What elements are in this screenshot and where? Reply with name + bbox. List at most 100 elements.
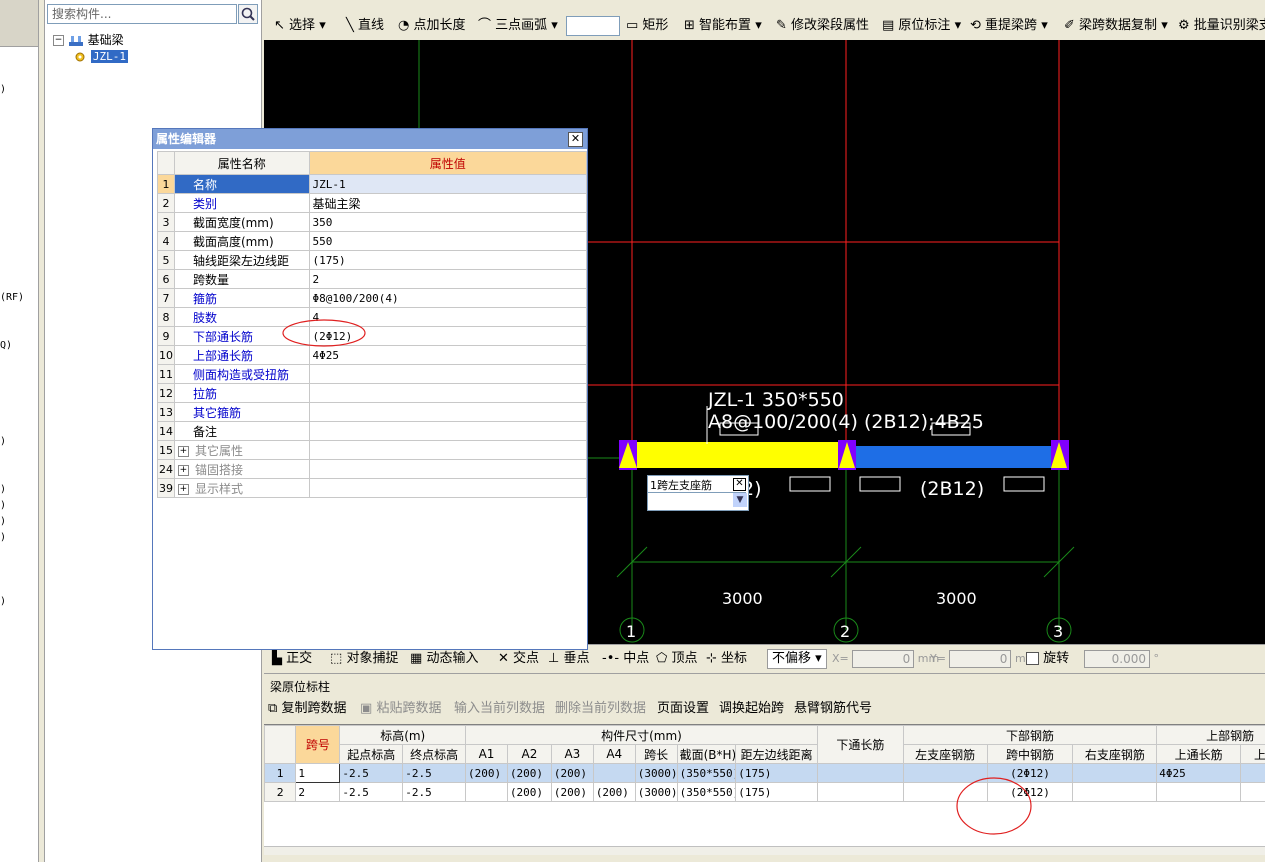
select-tool-button[interactable]: ↖ 选择 ▾ bbox=[274, 16, 326, 36]
prop-row-bottom-through[interactable]: 9 下部通长筋 (2Φ12) bbox=[157, 326, 588, 346]
dynamic-input-toggle[interactable]: ▦ 动态输入 bbox=[410, 649, 478, 669]
prop-value[interactable]: Φ8@100/200(4) bbox=[308, 288, 588, 308]
perpendicular-snap[interactable]: ⊥ 垂点 bbox=[548, 649, 589, 669]
span-data-grid[interactable]: 跨号 标高(m) 构件尺寸(mm) 下通长筋 下部钢筋 上部钢筋 起点标高 终点… bbox=[264, 724, 1265, 855]
beam-span-2[interactable] bbox=[846, 446, 1069, 468]
prop-value[interactable]: 350 bbox=[308, 212, 588, 232]
span-data-copy-button[interactable]: ✐ 梁跨数据复制 ▾ bbox=[1064, 16, 1168, 36]
cell-top-through[interactable]: 4Φ25 bbox=[1156, 763, 1242, 783]
cell-a2[interactable]: (200) bbox=[506, 782, 552, 802]
prop-group-display[interactable]: 39 + 显示样式 bbox=[157, 478, 588, 498]
arc-mode-dropdown[interactable] bbox=[566, 16, 620, 36]
tree-node-foundation-beam[interactable]: − 基础梁 bbox=[53, 32, 124, 48]
tree-node-jzl-1[interactable]: JZL-1 bbox=[73, 48, 128, 64]
cell-section[interactable]: (350*550) bbox=[676, 763, 737, 783]
y-coordinate-field[interactable]: Y= 0 mm bbox=[930, 649, 1036, 669]
cell-a3[interactable]: (200) bbox=[550, 763, 594, 783]
rotate-checkbox[interactable]: 旋转 bbox=[1026, 649, 1069, 669]
cell-a1[interactable]: (200) bbox=[465, 763, 508, 783]
prop-value[interactable]: 2 bbox=[308, 269, 588, 289]
input-box-bottom[interactable] bbox=[789, 476, 831, 492]
prop-row-tie-bar[interactable]: 12 拉筋 bbox=[157, 383, 588, 403]
cell-top-more[interactable] bbox=[1240, 782, 1265, 802]
prop-value[interactable] bbox=[308, 421, 588, 441]
cell-a4[interactable] bbox=[592, 763, 636, 783]
line-tool-button[interactable]: ╲ 直线 bbox=[346, 16, 384, 36]
cell-section[interactable]: (350*550) bbox=[676, 782, 737, 802]
cell-start-elev[interactable]: -2.5 bbox=[339, 763, 404, 783]
prop-row-other-stirrup[interactable]: 13 其它箍筋 bbox=[157, 402, 588, 422]
prop-row-category[interactable]: 2 类别 基础主梁 bbox=[157, 193, 588, 213]
expand-icon[interactable]: + bbox=[177, 464, 189, 476]
cell-start-elev[interactable]: -2.5 bbox=[339, 782, 404, 802]
close-icon[interactable]: ✕ bbox=[568, 132, 583, 147]
original-annotation-button[interactable]: ▤ 原位标注 ▾ bbox=[882, 16, 961, 36]
input-box-bottom[interactable] bbox=[859, 476, 901, 492]
support-rebar-dropdown[interactable]: 1跨左支座筋 ✕ ▼ bbox=[647, 475, 749, 511]
modify-span-button[interactable]: ✎ 修改梁段属性 bbox=[776, 16, 869, 36]
cell-a3[interactable]: (200) bbox=[550, 782, 594, 802]
vertex-snap[interactable]: ⬠ 顶点 bbox=[656, 649, 697, 669]
beam-span-1-selected[interactable] bbox=[619, 442, 846, 468]
chevron-down-icon[interactable]: ▼ bbox=[733, 493, 747, 507]
prop-group-anchorage[interactable]: 24 + 锚固搭接 bbox=[157, 459, 588, 479]
horizontal-scrollbar[interactable] bbox=[264, 846, 1265, 855]
prop-row-width[interactable]: 3 截面宽度(mm) 350 bbox=[157, 212, 588, 232]
cell-bottom-through[interactable] bbox=[816, 782, 904, 802]
prop-value[interactable] bbox=[308, 383, 588, 403]
delete-column-data-button[interactable]: 删除当前列数据 bbox=[555, 700, 646, 718]
cell-a1[interactable] bbox=[465, 782, 508, 802]
prop-value[interactable]: JZL-1 bbox=[308, 174, 588, 194]
page-setup-button[interactable]: 页面设置 bbox=[657, 700, 709, 718]
prop-row-height[interactable]: 4 截面高度(mm) 550 bbox=[157, 231, 588, 251]
cell-a2[interactable]: (200) bbox=[506, 763, 552, 783]
cell-top-through[interactable] bbox=[1156, 782, 1242, 802]
cell-span-length[interactable]: (3000) bbox=[634, 763, 678, 783]
prop-row-side-rebar[interactable]: 11 侧面构造或受扭筋 bbox=[157, 364, 588, 384]
prop-value[interactable] bbox=[308, 364, 588, 384]
offset-dropdown[interactable]: 不偏移 ▾ bbox=[767, 649, 827, 669]
arc-tool-button[interactable]: ⌒ 三点画弧 ▾ bbox=[478, 16, 558, 36]
cell-end-elev[interactable]: -2.5 bbox=[402, 763, 467, 783]
search-input[interactable]: 搜索构件... bbox=[47, 4, 237, 24]
cell-span[interactable]: 2 bbox=[295, 782, 341, 802]
cell-dist-left[interactable]: (175) bbox=[735, 782, 818, 802]
cell-top-more[interactable] bbox=[1240, 763, 1265, 783]
cantilever-code-button[interactable]: 悬臂钢筋代号 bbox=[794, 700, 872, 718]
prop-row-axis-distance[interactable]: 5 轴线距梁左边线距 (175) bbox=[157, 250, 588, 270]
smart-layout-button[interactable]: ⊞ 智能布置 ▾ bbox=[684, 16, 762, 36]
batch-identify-button[interactable]: ⚙ 批量识别梁支 bbox=[1178, 16, 1265, 36]
rect-tool-button[interactable]: ▭ 矩形 bbox=[626, 16, 668, 36]
cell-end-elev[interactable]: -2.5 bbox=[402, 782, 467, 802]
close-icon[interactable]: ✕ bbox=[733, 478, 746, 491]
input-box-bottom[interactable] bbox=[1003, 476, 1045, 492]
prop-row-stirrup[interactable]: 7 箍筋 Φ8@100/200(4) bbox=[157, 288, 588, 308]
paste-span-data-button[interactable]: ▣ 粘贴跨数据 bbox=[360, 700, 441, 718]
prop-row-legs[interactable]: 8 肢数 4 bbox=[157, 307, 588, 327]
re-extract-span-button[interactable]: ⟲ 重提梁跨 ▾ bbox=[970, 16, 1048, 36]
rotate-angle-field[interactable]: 0.000 ° bbox=[1084, 649, 1159, 669]
coordinate-snap[interactable]: ⊹ 坐标 bbox=[706, 649, 747, 669]
header-span-no[interactable]: 跨号 bbox=[295, 725, 341, 764]
prop-row-name[interactable]: 1 名称 JZL-1 bbox=[157, 174, 588, 194]
prop-value[interactable]: 基础主梁 bbox=[308, 193, 588, 213]
expand-icon[interactable]: + bbox=[177, 483, 189, 495]
prop-value[interactable] bbox=[308, 402, 588, 422]
object-snap-toggle[interactable]: ⬚ 对象捕捉 bbox=[330, 649, 398, 669]
search-button[interactable] bbox=[238, 4, 258, 24]
prop-value[interactable]: 550 bbox=[308, 231, 588, 251]
prop-row-span-count[interactable]: 6 跨数量 2 bbox=[157, 269, 588, 289]
table-row[interactable]: 2 2 -2.5 -2.5 (200) (200) (200) (3000) (… bbox=[264, 782, 1265, 802]
prop-value[interactable]: (175) bbox=[308, 250, 588, 270]
cell-right-support[interactable] bbox=[1072, 763, 1158, 783]
table-row[interactable]: 1 1 -2.5 -2.5 (200) (200) (200) (3000) (… bbox=[264, 763, 1265, 783]
input-column-data-button[interactable]: 输入当前列数据 bbox=[454, 700, 545, 718]
point-length-button[interactable]: ◔ 点加长度 bbox=[398, 16, 466, 36]
cell-dist-left[interactable]: (175) bbox=[735, 763, 818, 783]
copy-span-data-button[interactable]: ⧉ 复制跨数据 bbox=[268, 700, 346, 718]
swap-start-span-button[interactable]: 调换起始跨 bbox=[719, 700, 784, 718]
intersection-snap[interactable]: ✕ 交点 bbox=[498, 649, 539, 669]
midpoint-snap[interactable]: -•- 中点 bbox=[602, 649, 649, 669]
prop-row-remark[interactable]: 14 备注 bbox=[157, 421, 588, 441]
ortho-toggle[interactable]: ▙ 正交 bbox=[272, 649, 312, 669]
